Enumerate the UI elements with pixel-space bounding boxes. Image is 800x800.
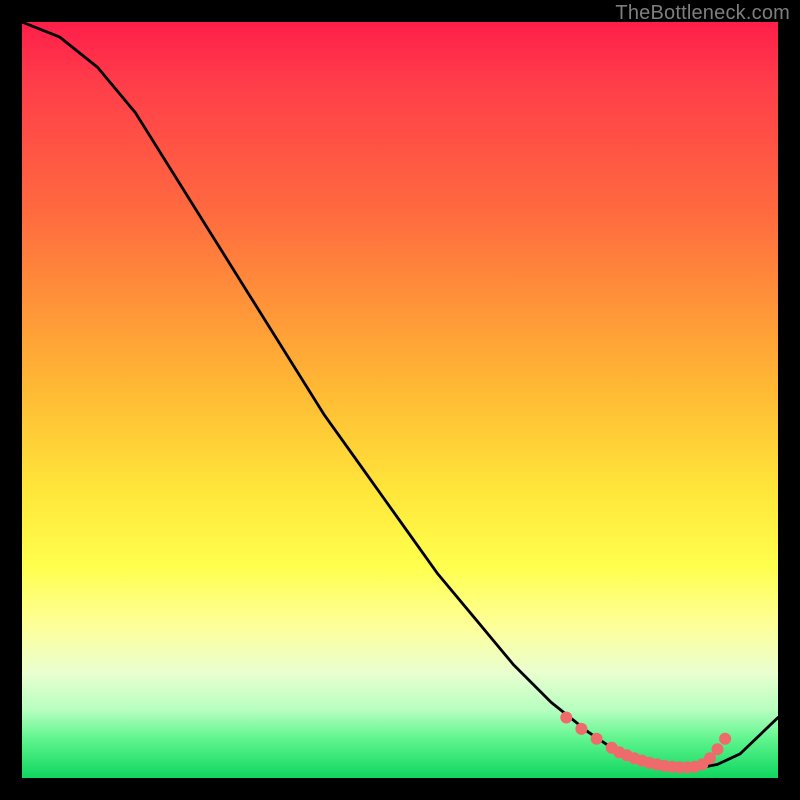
highlight-dot — [719, 733, 731, 745]
highlight-dot — [591, 733, 603, 745]
watermark-text: TheBottleneck.com — [615, 2, 790, 25]
bottleneck-chart — [22, 22, 778, 778]
plot-area — [22, 22, 778, 778]
highlight-dot — [575, 723, 587, 735]
curve-line — [22, 22, 778, 768]
chart-frame: TheBottleneck.com — [0, 0, 800, 800]
highlight-dot — [560, 712, 572, 724]
highlight-dot — [712, 743, 724, 755]
